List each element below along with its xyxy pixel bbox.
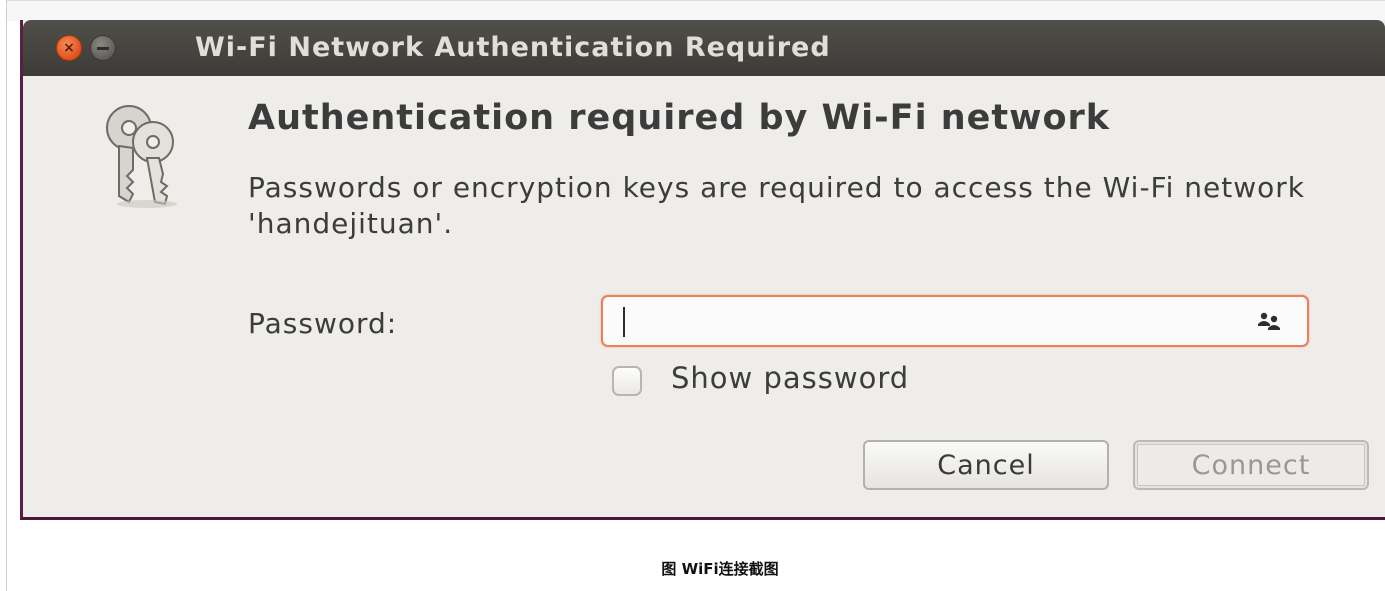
password-input[interactable]	[601, 295, 1309, 347]
password-label: Password:	[248, 307, 398, 340]
users-icon[interactable]	[1257, 311, 1281, 331]
auth-dialog-window: × Wi-Fi Network Authentication Required …	[20, 20, 1385, 520]
cancel-button[interactable]: Cancel	[863, 440, 1109, 490]
dialog-heading: Authentication required by Wi-Fi network	[248, 98, 1111, 138]
dialog-description: Passwords or encryption keys are require…	[248, 171, 1305, 240]
outer-frame-top	[6, 0, 1385, 21]
keys-icon	[106, 105, 177, 208]
outer-frame-left	[6, 0, 7, 591]
minimize-icon[interactable]	[90, 35, 116, 61]
connect-button[interactable]: Connect	[1133, 440, 1369, 490]
text-cursor	[623, 307, 625, 337]
figure-caption: 图 WiFi连接截图	[661, 560, 779, 578]
show-password-checkbox[interactable]	[612, 366, 642, 396]
page: × Wi-Fi Network Authentication Required …	[0, 0, 1385, 591]
show-password-label[interactable]: Show password	[671, 361, 909, 395]
window-title: Wi-Fi Network Authentication Required	[195, 32, 831, 63]
title-bar[interactable]: × Wi-Fi Network Authentication Required	[23, 20, 1385, 76]
close-icon[interactable]: ×	[56, 35, 82, 61]
